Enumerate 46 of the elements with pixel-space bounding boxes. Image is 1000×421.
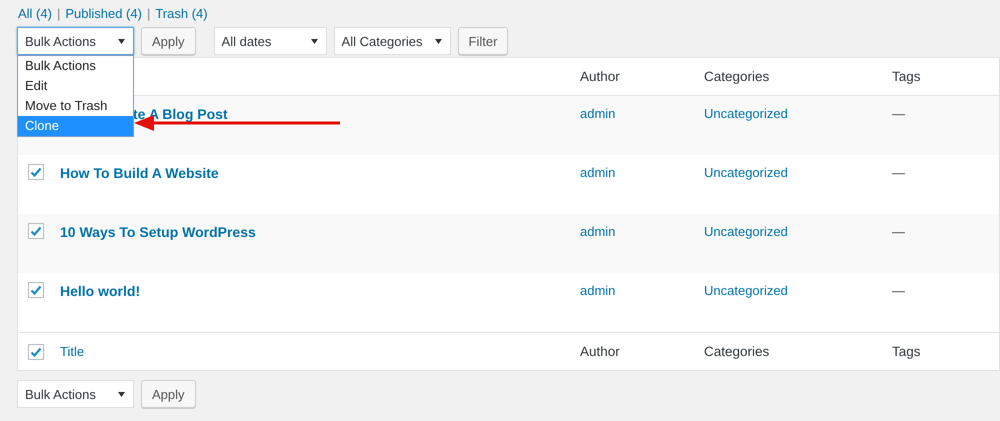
separator: |: [146, 6, 150, 21]
caret-icon: [434, 38, 442, 44]
column-header: Categories: [704, 69, 770, 84]
column-header: Author: [580, 344, 620, 359]
dropdown-option[interactable]: Bulk Actions: [18, 56, 133, 76]
category-link[interactable]: Uncategorized: [704, 165, 788, 180]
category-link[interactable]: Uncategorized: [704, 224, 788, 239]
tags-cell: —: [892, 224, 905, 239]
tags-cell: —: [892, 165, 905, 180]
column-header: Tags: [892, 69, 921, 84]
post-title-link[interactable]: 10 Ways To Setup WordPress: [60, 224, 256, 240]
checkbox[interactable]: [28, 282, 44, 298]
status-link[interactable]: All (4): [18, 6, 52, 21]
category-filter-select[interactable]: All Categories: [334, 27, 451, 55]
caret-icon: [118, 392, 125, 396]
tags-cell: —: [892, 106, 905, 121]
category-link[interactable]: Uncategorized: [704, 106, 788, 121]
date-filter-select[interactable]: All dates: [214, 27, 327, 55]
author-link[interactable]: admin: [580, 283, 616, 298]
column-header: Categories: [704, 344, 770, 359]
caret-icon: [118, 38, 125, 44]
bulk-actions-select[interactable]: Bulk Actions: [17, 380, 134, 408]
status-link[interactable]: Published (4): [65, 6, 142, 21]
dropdown-option[interactable]: Edit: [18, 76, 133, 96]
caret-icon: [310, 38, 318, 44]
post-title-link[interactable]: Hello world!: [60, 283, 140, 299]
post-title-link[interactable]: How To Build A Website: [60, 165, 219, 181]
bulk-actions-select[interactable]: Bulk Actions: [17, 27, 134, 55]
filter-button[interactable]: Filter: [458, 27, 508, 55]
column-header: Tags: [892, 344, 921, 359]
separator: |: [56, 6, 60, 21]
apply-button[interactable]: Apply: [141, 27, 196, 55]
author-link[interactable]: admin: [580, 224, 616, 239]
title-column-header[interactable]: Title: [60, 344, 84, 359]
checkbox[interactable]: [28, 164, 44, 180]
dropdown-option[interactable]: Clone: [18, 116, 133, 136]
select-all-checkbox[interactable]: [28, 344, 44, 360]
author-link[interactable]: admin: [580, 165, 616, 180]
dropdown-option[interactable]: Move to Trash: [18, 96, 133, 116]
tags-cell: —: [892, 283, 905, 298]
status-link[interactable]: Trash (4): [155, 6, 208, 21]
column-header: Author: [580, 69, 620, 84]
author-link[interactable]: admin: [580, 106, 616, 121]
checkbox[interactable]: [28, 223, 44, 239]
apply-button[interactable]: Apply: [141, 380, 196, 408]
category-link[interactable]: Uncategorized: [704, 283, 788, 298]
